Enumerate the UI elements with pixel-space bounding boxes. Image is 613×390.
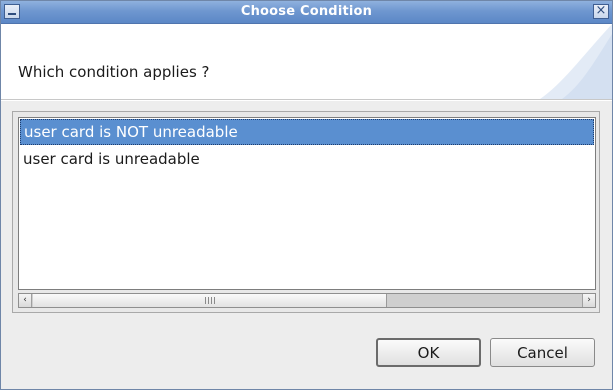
horizontal-scrollbar[interactable]: ‹ › xyxy=(18,293,596,308)
grip-icon xyxy=(205,297,215,304)
list-item-selected[interactable]: user card is NOT unreadable xyxy=(20,119,594,145)
condition-list[interactable]: user card is NOT unreadable user card is… xyxy=(18,117,596,290)
cancel-button[interactable]: Cancel xyxy=(490,338,595,367)
arrow-right-icon: › xyxy=(587,295,591,305)
scrollbar-thumb[interactable] xyxy=(33,294,387,307)
header-decoration-graphic xyxy=(540,24,612,99)
close-button[interactable]: × xyxy=(593,3,609,19)
scroll-right-button[interactable]: › xyxy=(582,294,595,307)
window-title: Choose Condition xyxy=(240,4,373,19)
dialog-question: Which condition applies ? xyxy=(18,63,210,81)
header-separator xyxy=(1,99,612,101)
title-bar[interactable]: Choose Condition × xyxy=(1,1,612,24)
ok-button[interactable]: OK xyxy=(376,338,481,367)
scroll-left-button[interactable]: ‹ xyxy=(19,294,32,307)
close-icon: × xyxy=(595,3,607,18)
dialog-window: Choose Condition × Which condition appli… xyxy=(0,0,613,390)
arrow-left-icon: ‹ xyxy=(23,295,27,305)
dialog-header: Which condition applies ? xyxy=(1,24,612,99)
list-item[interactable]: user card is unreadable xyxy=(20,146,594,172)
